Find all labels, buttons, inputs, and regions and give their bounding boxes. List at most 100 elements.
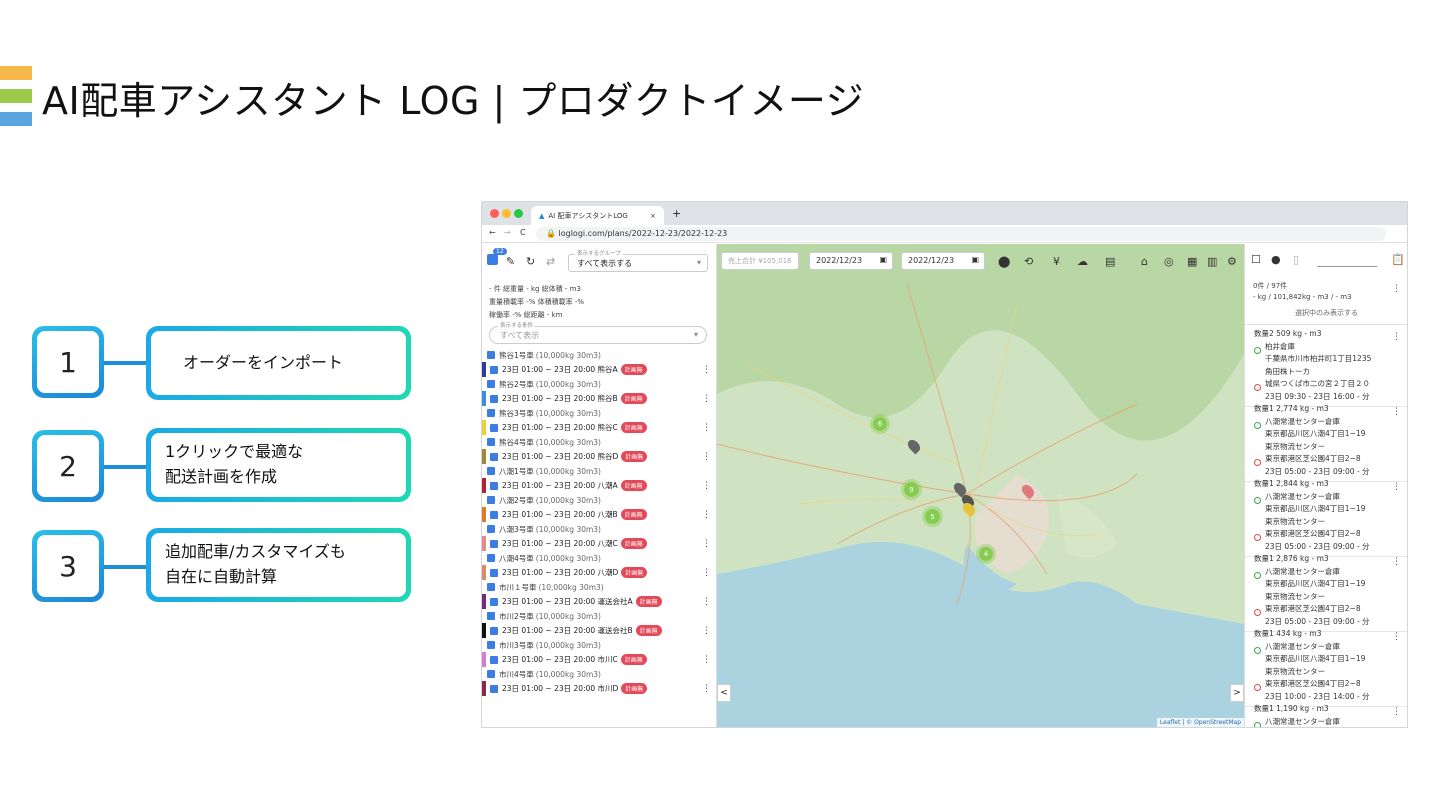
more-icon[interactable]: ⋮ xyxy=(1392,631,1401,644)
more-icon[interactable]: ⋮ xyxy=(1392,331,1401,344)
vehicle-row[interactable]: 八潮4号車 (10,000kg 30m3) xyxy=(482,551,717,565)
more-icon[interactable]: ⋮ xyxy=(1392,406,1401,419)
order-item[interactable]: 数量1 2,876 kg - m3 ⋮ 八潮常温センター倉庫 東京都品川区八潮4丁目1… xyxy=(1245,550,1407,632)
plan-checkbox[interactable] xyxy=(490,684,498,693)
vehicle-row[interactable]: 市川3号車 (10,000kg 30m3) xyxy=(482,638,717,652)
vehicle-checkbox[interactable] xyxy=(487,409,495,417)
map-cluster[interactable]: 5 xyxy=(925,509,940,524)
search-underline[interactable] xyxy=(1317,266,1377,267)
delete-icon[interactable]: ▯ xyxy=(1293,253,1299,266)
more-icon[interactable]: ⋮ xyxy=(702,394,711,404)
filter-select[interactable]: 表示する条件 すべて表示 ▾ xyxy=(489,321,707,344)
url-field[interactable]: 🔒 loglogi.com/plans/2022-12-23/2022-12-2… xyxy=(536,227,1386,241)
more-icon[interactable]: ⋮ xyxy=(702,423,711,433)
plan-row[interactable]: 23日 01:00 ~ 23日 20:00 八潮D 計画無 ⋮ xyxy=(482,565,717,580)
minimize-window-dot[interactable] xyxy=(502,209,511,218)
vehicle-row[interactable]: 八潮2号車 (10,000kg 30m3) xyxy=(482,493,717,507)
vehicle-checkbox[interactable] xyxy=(487,467,495,475)
vehicle-row[interactable]: 市川4号車 (10,000kg 30m3) xyxy=(482,667,717,681)
plan-checkbox[interactable] xyxy=(490,597,498,606)
print-icon[interactable]: ▤ xyxy=(1105,255,1115,268)
plan-row[interactable]: 23日 01:00 ~ 23日 20:00 熊谷A 計画無 ⋮ xyxy=(482,362,717,377)
plan-row[interactable]: 23日 01:00 ~ 23日 20:00 熊谷D 計画無 ⋮ xyxy=(482,449,717,464)
plan-checkbox[interactable] xyxy=(490,626,498,635)
map-cluster[interactable]: 9 xyxy=(904,482,919,497)
plan-checkbox[interactable] xyxy=(490,568,498,577)
plan-row[interactable]: 23日 01:00 ~ 23日 20:00 熊谷B 計画無 ⋮ xyxy=(482,391,717,406)
home-icon[interactable]: ⌂ xyxy=(1141,255,1148,268)
plan-row[interactable]: 23日 01:00 ~ 23日 20:00 八潮A 計画無 ⋮ xyxy=(482,478,717,493)
more-icon[interactable]: ⋮ xyxy=(702,626,711,636)
more-icon[interactable]: ⋮ xyxy=(1392,284,1401,294)
more-icon[interactable]: ⋮ xyxy=(702,597,711,607)
more-icon[interactable]: ⋮ xyxy=(1392,481,1401,494)
plan-checkbox[interactable] xyxy=(490,655,498,664)
chart-icon[interactable]: ▦ xyxy=(1187,255,1197,268)
date-to-field[interactable]: 2022/12/23 ▣ xyxy=(901,252,985,270)
map-cluster[interactable]: 4 xyxy=(979,547,993,561)
maximize-window-dot[interactable] xyxy=(514,209,523,218)
vehicle-row[interactable]: 八潮3号車 (10,000kg 30m3) xyxy=(482,522,717,536)
gear-icon[interactable]: ⚙ xyxy=(1227,255,1237,268)
vehicle-checkbox[interactable] xyxy=(487,438,495,446)
checkbox-icon[interactable]: ☐ xyxy=(1251,253,1261,266)
plan-checkbox[interactable] xyxy=(490,481,498,490)
target-icon[interactable]: ◎ xyxy=(1164,255,1174,268)
vehicle-row[interactable]: 熊谷1号車 (10,000kg 30m3) xyxy=(482,348,717,362)
plan-row[interactable]: 23日 01:00 ~ 23日 20:00 運送会社A 計画無 ⋮ xyxy=(482,594,717,609)
vehicle-row[interactable]: 熊谷2号車 (10,000kg 30m3) xyxy=(482,377,717,391)
cloud-upload-icon[interactable]: ☁ xyxy=(1077,255,1088,268)
vehicle-row[interactable]: 市川2号車 (10,000kg 30m3) xyxy=(482,609,717,623)
more-icon[interactable]: ⋮ xyxy=(1392,706,1401,719)
location-pin-icon[interactable]: ⬤ xyxy=(998,255,1010,268)
plan-row[interactable]: 23日 01:00 ~ 23日 20:00 市川C 計画無 ⋮ xyxy=(482,652,717,667)
vehicle-row[interactable]: 熊谷4号車 (10,000kg 30m3) xyxy=(482,435,717,449)
vehicle-checkbox[interactable] xyxy=(487,525,495,533)
order-item[interactable]: 数量1 1,190 kg - m3 ⋮ 八潮常温センター倉庫 xyxy=(1245,700,1407,727)
vehicle-checkbox[interactable] xyxy=(487,583,495,591)
reload-icon[interactable]: C xyxy=(520,228,526,237)
vehicle-checkbox[interactable] xyxy=(487,612,495,620)
close-window-dot[interactable] xyxy=(490,209,499,218)
order-item[interactable]: 数量1 434 kg - m3 ⋮ 八潮常温センター倉庫 東京都品川区八潮4丁目1−1… xyxy=(1245,625,1407,707)
map-view[interactable]: 売上合計 ¥105,016 2022/12/23 ▣ 2022/12/23 ▣ ⬤ … xyxy=(717,244,1244,727)
plan-checkbox[interactable] xyxy=(490,365,498,374)
plan-checkbox[interactable] xyxy=(490,510,498,519)
vehicle-row[interactable]: 市川１号車 (10,000kg 30m3) xyxy=(482,580,717,594)
vehicle-checkbox[interactable] xyxy=(487,641,495,649)
clipboard-search-icon[interactable]: 📋 xyxy=(1391,253,1405,266)
more-icon[interactable]: ⋮ xyxy=(702,539,711,549)
history-icon[interactable]: ⟲ xyxy=(1024,255,1033,268)
vehicle-checkbox[interactable] xyxy=(487,670,495,678)
select-all-checkbox[interactable] xyxy=(487,254,498,265)
add-location-icon[interactable]: ● xyxy=(1271,253,1281,266)
vehicle-checkbox[interactable] xyxy=(487,496,495,504)
more-icon[interactable]: ⋮ xyxy=(702,655,711,665)
more-icon[interactable]: ⋮ xyxy=(702,481,711,491)
yen-icon[interactable]: ¥ xyxy=(1053,255,1060,268)
collapse-left-button[interactable]: < xyxy=(717,684,731,702)
edit-icon[interactable]: ✎ xyxy=(506,255,515,268)
order-item[interactable]: 数量2 509 kg - m3 ⋮ 柏井倉庫 千葉県市川市柏井町1丁目1235 角田株ト… xyxy=(1245,325,1407,407)
plan-row[interactable]: 23日 01:00 ~ 23日 20:00 八潮C 計画無 ⋮ xyxy=(482,536,717,551)
order-item[interactable]: 数量1 2,774 kg - m3 ⋮ 八潮常温センター倉庫 東京都品川区八潮4丁目1… xyxy=(1245,400,1407,482)
vehicle-checkbox[interactable] xyxy=(487,380,495,388)
refresh-icon[interactable]: ↻ xyxy=(526,255,535,268)
map-cluster[interactable]: 6 xyxy=(873,417,887,431)
vehicle-checkbox[interactable] xyxy=(487,351,495,359)
browser-tab[interactable]: ▲ AI 配車アシスタントLOG × xyxy=(531,206,664,225)
plan-checkbox[interactable] xyxy=(490,423,498,432)
swap-icon[interactable]: ⇄ xyxy=(546,255,555,268)
group-select[interactable]: 表示するグループ すべて表示する ▾ xyxy=(568,249,708,272)
order-item[interactable]: 数量1 2,844 kg - m3 ⋮ 八潮常温センター倉庫 東京都品川区八潮4丁目1… xyxy=(1245,475,1407,557)
back-icon[interactable]: ← xyxy=(489,228,496,237)
more-icon[interactable]: ⋮ xyxy=(702,510,711,520)
plan-checkbox[interactable] xyxy=(490,394,498,403)
plan-row[interactable]: 23日 01:00 ~ 23日 20:00 運送会社B 計画無 ⋮ xyxy=(482,623,717,638)
date-from-field[interactable]: 2022/12/23 ▣ xyxy=(809,252,893,270)
vehicle-row[interactable]: 熊谷3号車 (10,000kg 30m3) xyxy=(482,406,717,420)
more-icon[interactable]: ⋮ xyxy=(1392,556,1401,569)
more-icon[interactable]: ⋮ xyxy=(702,365,711,375)
vehicle-row[interactable]: 八潮1号車 (10,000kg 30m3) xyxy=(482,464,717,478)
vehicle-checkbox[interactable] xyxy=(487,554,495,562)
